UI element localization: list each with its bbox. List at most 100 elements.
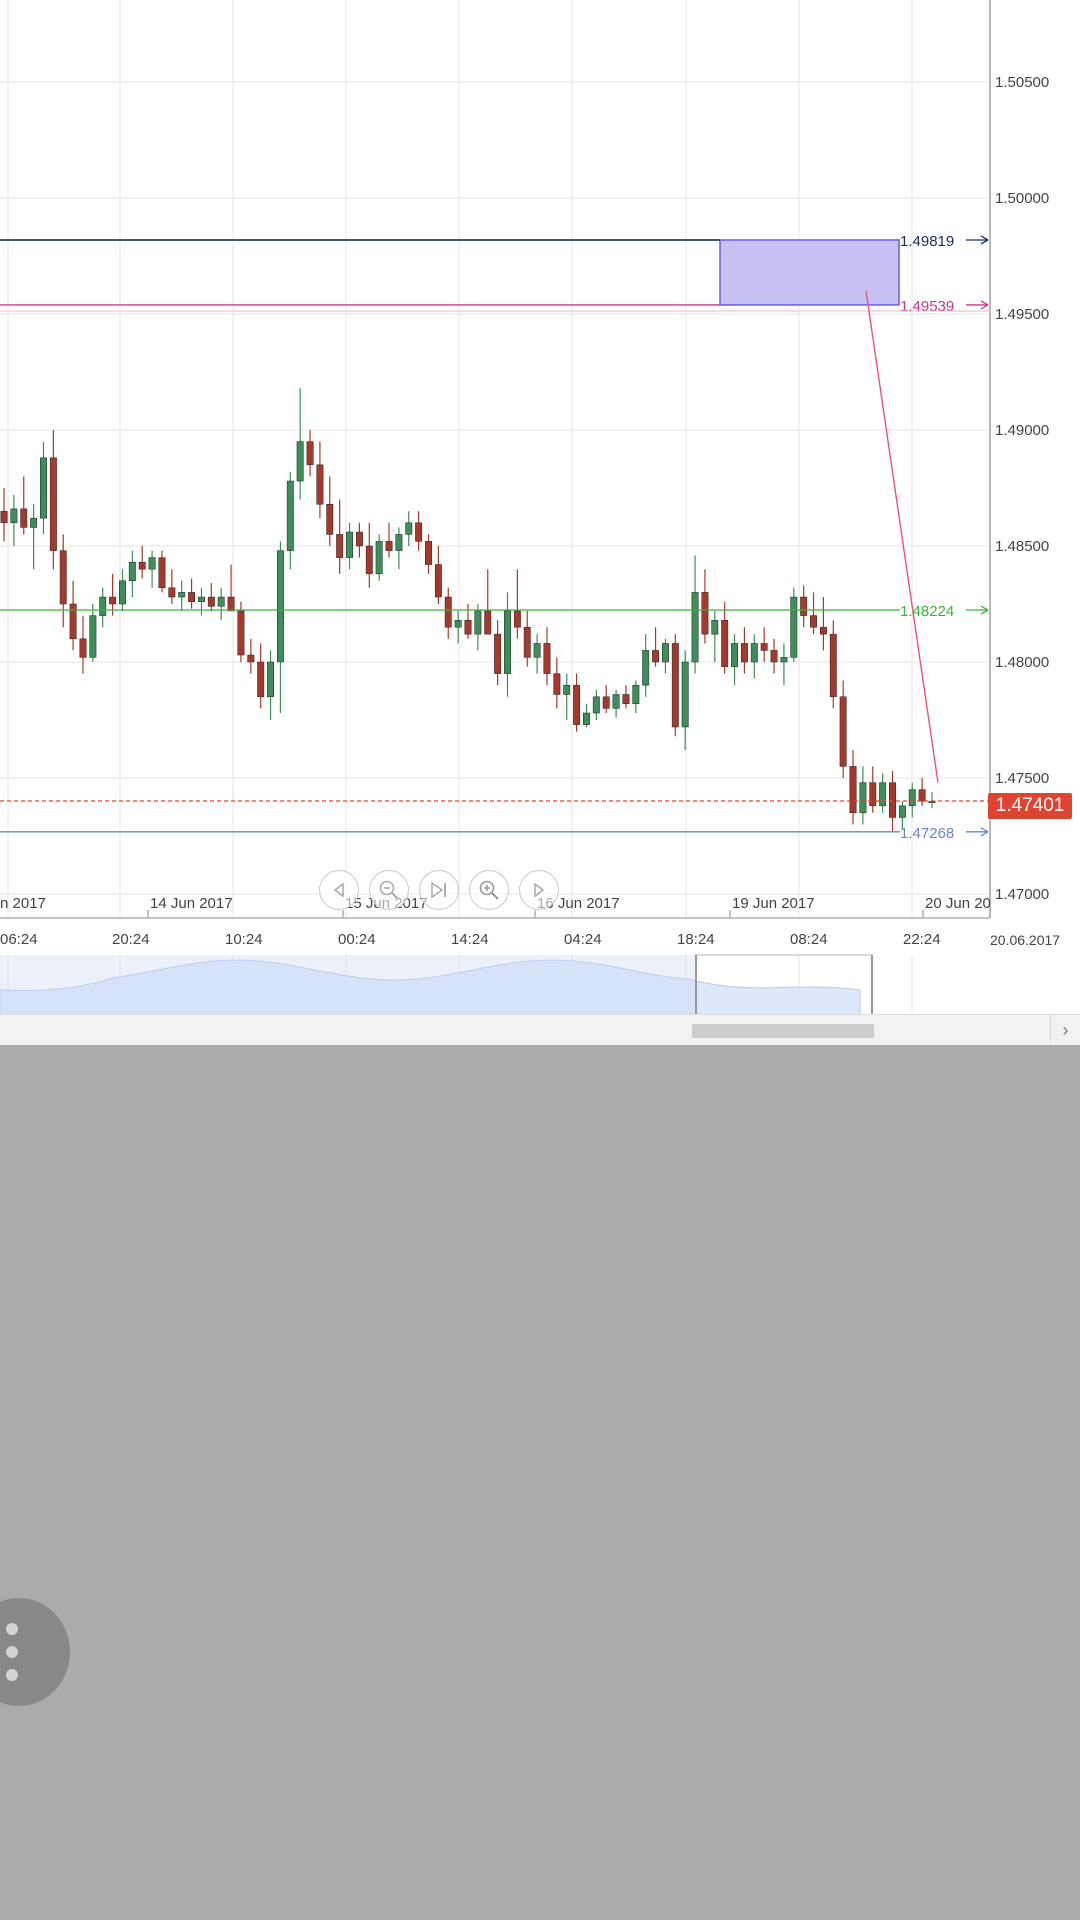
candle-body	[760, 643, 768, 651]
candle-body	[464, 619, 472, 635]
candle-body	[474, 610, 482, 635]
candle-body	[810, 615, 817, 628]
candle-body	[484, 610, 492, 635]
candle-body	[454, 619, 462, 628]
candle-body	[168, 587, 176, 598]
level-label: 1.49819	[900, 233, 954, 250]
skip-end-icon	[431, 881, 446, 899]
scroll-right-button[interactable]	[519, 870, 559, 910]
candle-body	[79, 638, 87, 658]
candle-body	[49, 457, 57, 551]
date-label: n 2017	[0, 895, 46, 912]
horizontal-scrollbar[interactable]: ›	[0, 1014, 1080, 1045]
time-label: 06:24	[0, 931, 38, 948]
price-zone-rectangle	[719, 239, 900, 306]
candle-body	[434, 564, 442, 598]
candle-body	[425, 541, 432, 565]
zoom-out-button[interactable]	[369, 870, 409, 910]
candle-body	[0, 510, 8, 524]
y-axis-tick-label: 1.50000	[995, 190, 1049, 207]
candle-body	[632, 684, 640, 705]
candle-body	[109, 596, 117, 605]
level-label: 1.48224	[900, 603, 954, 620]
triangle-left-icon	[333, 882, 344, 898]
candle-body	[553, 673, 561, 695]
candle-body	[346, 531, 353, 558]
candle-body	[504, 610, 511, 674]
candle-body	[731, 643, 739, 667]
time-label: 18:24	[677, 931, 715, 948]
candle-body	[197, 596, 205, 602]
more-dots-icon-dot	[6, 1669, 18, 1681]
candle-body	[563, 684, 571, 695]
candle-body	[69, 603, 77, 640]
candle-body	[829, 633, 837, 698]
candle-body	[869, 782, 877, 807]
candle-body	[819, 626, 827, 635]
candle-body	[267, 661, 275, 698]
candle-body	[138, 561, 146, 570]
candle-body	[30, 517, 38, 528]
candle-body	[612, 694, 620, 709]
candle-body	[355, 531, 363, 547]
candle-body	[178, 592, 186, 598]
candle-body	[879, 782, 887, 807]
time-label: 08:24	[790, 931, 828, 948]
level-label: 1.49539	[900, 298, 954, 315]
candle-body	[286, 480, 294, 551]
current-price-badge: 1.47401	[988, 793, 1072, 819]
candle-body	[227, 596, 235, 612]
candle-body	[99, 596, 107, 616]
level-label: 1.47268	[900, 825, 954, 842]
candle-body	[247, 654, 255, 663]
y-axis-tick-label: 1.47500	[995, 770, 1049, 787]
time-label: 10:24	[225, 931, 263, 948]
scrollbar-thumb[interactable]	[692, 1024, 874, 1038]
candle-body	[839, 696, 847, 767]
time-label: 00:24	[338, 931, 376, 948]
candle-body	[573, 684, 581, 725]
trend-line	[865, 290, 939, 783]
more-options-button[interactable]	[0, 1598, 70, 1706]
candle-body	[385, 541, 393, 551]
candle-body	[415, 522, 423, 542]
candle-body	[237, 610, 245, 656]
candle-body	[365, 545, 373, 575]
candle-body	[652, 650, 660, 663]
y-axis-tick-label: 1.50500	[995, 74, 1049, 91]
candle-body	[316, 464, 324, 505]
candle-body	[750, 643, 758, 663]
candle-body	[583, 712, 590, 725]
y-axis-tick-label: 1.48500	[995, 538, 1049, 555]
zoom-in-button[interactable]	[469, 870, 509, 910]
candle-body	[859, 782, 867, 814]
candle-body	[217, 596, 225, 607]
jump-to-latest-button[interactable]	[419, 870, 459, 910]
navigator-shade	[0, 955, 696, 1017]
time-label: 20:24	[112, 931, 150, 948]
chevron-right-icon[interactable]: ›	[1050, 1015, 1080, 1045]
candle-body	[622, 694, 630, 705]
candle-body	[691, 592, 699, 663]
candle-body	[494, 633, 502, 674]
candle-body	[296, 441, 304, 482]
chart-panel[interactable]: 1.50500 1.50000 1.49500 1.49000 1.48500 1.480…	[0, 0, 1080, 1045]
candle-body	[800, 596, 808, 616]
date-label: 20 Jun 20	[925, 895, 991, 912]
candle-body	[671, 643, 679, 728]
candle-body	[908, 789, 916, 807]
candle-body	[148, 557, 156, 570]
y-axis-tick-label: 1.49500	[995, 306, 1049, 323]
candle-body	[405, 522, 413, 535]
time-label: 22:24	[903, 931, 941, 948]
candle-body	[602, 696, 610, 709]
scroll-left-button[interactable]	[319, 870, 359, 910]
time-label: 14:24	[451, 931, 489, 948]
candle-body	[444, 596, 452, 628]
corner-date-label: 20.06.2017	[990, 932, 1060, 948]
candle-body	[849, 766, 857, 814]
candle-body	[395, 534, 403, 551]
candle-body	[701, 592, 709, 635]
candle-body	[20, 508, 28, 528]
candle-body	[533, 643, 541, 658]
